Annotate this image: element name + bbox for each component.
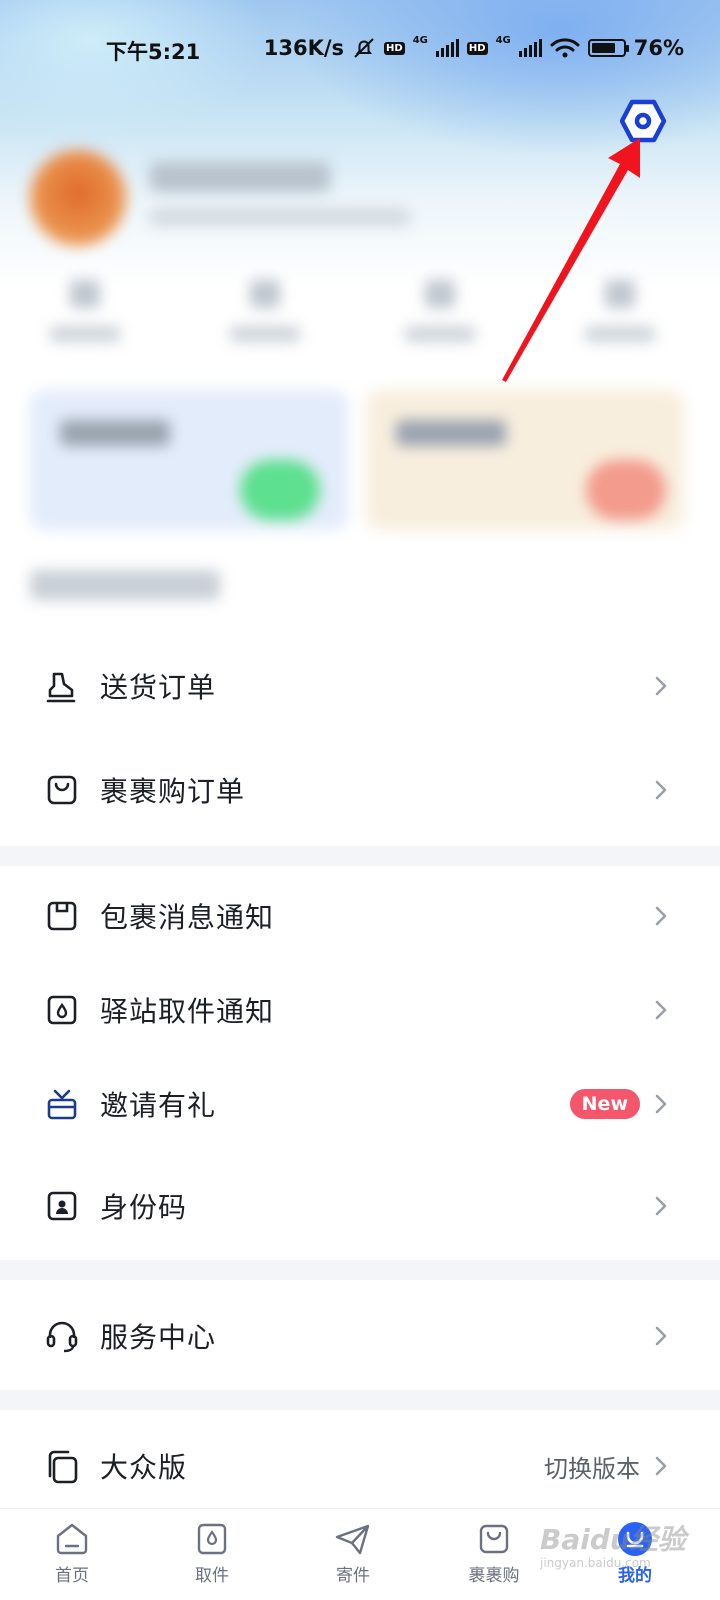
tab-mine[interactable]: 我的 bbox=[585, 1509, 685, 1600]
menu-item-label: 驿站取件通知 bbox=[100, 995, 275, 1028]
menu-item-label: 裹裹购订单 bbox=[100, 775, 246, 808]
menu-item-id-code[interactable]: 身份码 bbox=[0, 1156, 720, 1256]
network-type-1: 4G bbox=[412, 34, 428, 46]
tab-label: 我的 bbox=[618, 1566, 652, 1586]
headset-icon bbox=[46, 1321, 78, 1353]
battery-icon bbox=[587, 39, 629, 57]
status-bar: 下午5:21 136K/s HD 4G HD 4G 76% bbox=[0, 30, 720, 70]
tab-label: 裹裹购 bbox=[468, 1566, 520, 1586]
settings-icon[interactable] bbox=[620, 98, 666, 144]
status-icons: 136K/s HD 4G HD 4G 76% bbox=[263, 34, 684, 61]
menu-item-label: 服务中心 bbox=[100, 1321, 217, 1354]
profile-summary-blurred bbox=[30, 150, 690, 620]
stat-2[interactable] bbox=[220, 280, 310, 360]
menu-group-service: 服务中心 bbox=[0, 1280, 720, 1390]
bag-icon bbox=[479, 1524, 509, 1554]
mute-icon bbox=[354, 38, 374, 58]
tab-shop[interactable]: 裹裹购 bbox=[444, 1509, 544, 1600]
wifi-icon bbox=[550, 38, 580, 58]
menu-group-version: 大众版 切换版本 bbox=[0, 1410, 720, 1510]
hd-badge-1: HD bbox=[384, 41, 405, 55]
signal-icon-2 bbox=[518, 39, 542, 57]
station-pickup-icon bbox=[47, 995, 77, 1025]
signal-icon-1 bbox=[435, 39, 459, 57]
menu-item-version[interactable]: 大众版 切换版本 bbox=[0, 1416, 720, 1516]
chevron-right-icon bbox=[655, 1094, 667, 1114]
tab-label: 首页 bbox=[55, 1566, 89, 1586]
menu-item-delivery-orders[interactable]: 送货订单 bbox=[0, 636, 720, 736]
menu-item-label: 大众版 bbox=[100, 1451, 188, 1484]
tab-home[interactable]: 首页 bbox=[22, 1509, 122, 1600]
promo-card-right[interactable] bbox=[366, 390, 684, 530]
user-subtitle-placeholder bbox=[150, 208, 410, 226]
chevron-right-icon bbox=[655, 1326, 667, 1346]
chevron-right-icon bbox=[655, 906, 667, 926]
chevron-right-icon bbox=[655, 780, 667, 800]
stat-1[interactable] bbox=[40, 280, 130, 360]
avatar[interactable] bbox=[30, 150, 126, 246]
chevron-right-icon bbox=[655, 1000, 667, 1020]
menu-group-orders: 送货订单 裹裹购订单 bbox=[0, 636, 720, 846]
tab-send[interactable]: 寄件 bbox=[303, 1509, 403, 1600]
chevron-right-icon bbox=[655, 1456, 667, 1476]
stat-4[interactable] bbox=[575, 280, 665, 360]
pickup-icon bbox=[197, 1523, 227, 1555]
promo-card-left[interactable] bbox=[30, 390, 348, 530]
menu-item-station-notice[interactable]: 驿站取件通知 bbox=[0, 960, 720, 1060]
menu-item-invite[interactable]: 邀请有礼 New bbox=[0, 1054, 720, 1154]
new-badge: New bbox=[569, 1089, 640, 1119]
menu-item-service-center[interactable]: 服务中心 bbox=[0, 1286, 720, 1386]
menu-item-package-notice[interactable]: 包裹消息通知 bbox=[0, 866, 720, 966]
bottom-tab-bar: 首页 取件 寄件 裹裹购 我的 bbox=[0, 1508, 720, 1600]
send-icon bbox=[335, 1524, 370, 1555]
network-type-2: 4G bbox=[495, 34, 511, 46]
battery-percent: 76% bbox=[633, 36, 684, 60]
chevron-right-icon bbox=[655, 676, 667, 696]
menu-group-notifications: 包裹消息通知 驿站取件通知 邀请有礼 New 身份码 bbox=[0, 866, 720, 1260]
tab-label: 寄件 bbox=[336, 1566, 370, 1586]
stat-3[interactable] bbox=[395, 280, 485, 360]
menu-item-shopping-orders[interactable]: 裹裹购订单 bbox=[0, 740, 720, 840]
menu-item-label: 邀请有礼 bbox=[100, 1089, 217, 1122]
tab-label: 取件 bbox=[195, 1566, 229, 1586]
info-bar-placeholder[interactable] bbox=[30, 570, 220, 600]
delivery-icon bbox=[46, 672, 76, 703]
menu-item-label: 包裹消息通知 bbox=[100, 901, 275, 934]
profile-icon bbox=[618, 1522, 652, 1556]
home-icon bbox=[56, 1523, 88, 1555]
chevron-right-icon bbox=[655, 1196, 667, 1216]
id-code-icon bbox=[47, 1191, 77, 1221]
hd-badge-2: HD bbox=[466, 41, 488, 55]
switch-version-text: 切换版本 bbox=[544, 1454, 640, 1483]
menu-item-label: 送货订单 bbox=[100, 671, 217, 704]
username-placeholder bbox=[150, 162, 330, 192]
copy-icon bbox=[48, 1450, 78, 1484]
shopping-bag-icon bbox=[47, 775, 77, 805]
menu-item-label: 身份码 bbox=[100, 1191, 188, 1224]
tab-pickup[interactable]: 取件 bbox=[162, 1509, 262, 1600]
status-time: 下午5:21 bbox=[106, 40, 201, 64]
gift-icon bbox=[47, 1089, 77, 1120]
package-icon bbox=[47, 901, 77, 931]
net-speed: 136K/s bbox=[263, 36, 345, 60]
